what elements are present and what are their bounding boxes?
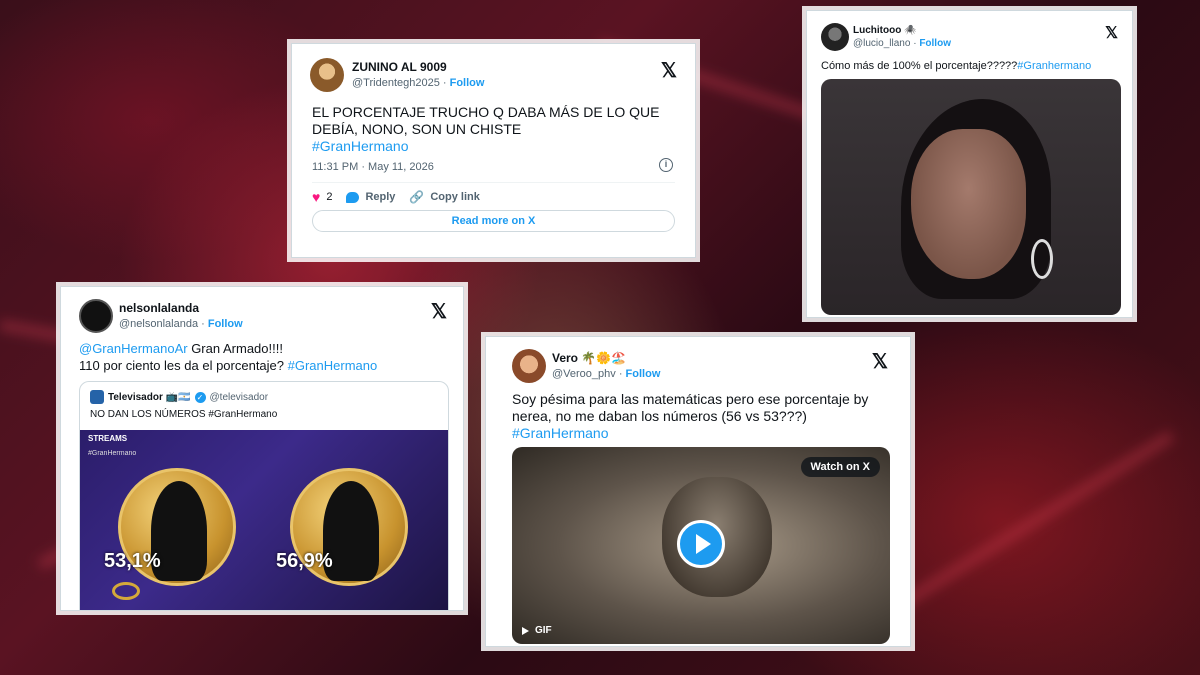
info-icon[interactable]: i <box>659 158 673 172</box>
handle-text[interactable]: @Tridentegh2025 <box>352 77 440 89</box>
timestamp[interactable]: 11:31 PM · May 11, 2026 <box>312 161 434 173</box>
tweet-text: Soy pésima para las matemáticas pero ese… <box>512 391 882 442</box>
copy-link-button[interactable]: 🔗 Copy link <box>409 190 479 204</box>
heart-icon: ♥ <box>312 189 321 205</box>
avatar[interactable] <box>310 58 344 92</box>
avatar[interactable] <box>821 23 849 51</box>
x-logo-icon[interactable]: 𝕏 <box>431 299 447 324</box>
read-more-button[interactable]: Read more on X <box>312 210 675 232</box>
tweet-card-vero: Vero 🌴🌼🏖️ @Veroo_phv · Follow 𝕏 Soy pési… <box>485 336 911 647</box>
tweet-text: Cómo más de 100% el porcentaje?????#Gran… <box>821 60 1121 73</box>
author-name[interactable]: Luchitooo 🕷️ <box>853 25 917 36</box>
quoted-tweet[interactable]: Televisador 📺🇦🇷 ✓ @televisador NO DAN LO… <box>79 381 449 610</box>
gif-media[interactable]: Watch on X GIF <box>512 447 890 644</box>
tweet-header: Vero 🌴🌼🏖️ @Veroo_phv · Follow 𝕏 <box>512 349 888 385</box>
tweet-card-nelson: nelsonlalanda @nelsonlalanda · Follow 𝕏 … <box>60 286 464 611</box>
like-button[interactable]: ♥ 2 <box>312 189 332 205</box>
follow-button[interactable]: Follow <box>626 368 661 380</box>
x-logo-icon[interactable]: 𝕏 <box>872 349 888 374</box>
author-name[interactable]: ZUNINO AL 9009 <box>352 60 447 74</box>
tweet-text: EL PORCENTAJE TRUCHO Q DABA MÁS DE LO QU… <box>312 104 682 155</box>
tweet-body: Soy pésima para las matemáticas pero ese… <box>512 391 869 424</box>
author-name[interactable]: Vero 🌴🌼🏖️ <box>552 351 626 365</box>
reply-icon <box>346 191 360 203</box>
mention-link[interactable]: @GranHermanoAr <box>79 341 188 356</box>
quoted-image[interactable]: STREAMS #GranHermano 53,1% 56,9% <box>80 430 448 610</box>
quoted-avatar <box>90 390 104 404</box>
tweet-body-1: Gran Armado!!!! <box>187 341 283 356</box>
tweet-body: Cómo más de 100% el porcentaje????? <box>821 60 1018 72</box>
handle-text[interactable]: @Veroo_phv <box>552 368 616 380</box>
link-icon: 🔗 <box>409 190 425 204</box>
play-small-icon <box>522 626 529 635</box>
read-more-label: Read more on X <box>451 215 536 227</box>
gif-label: GIF <box>535 625 552 636</box>
author-handle: @lucio_llano · Follow <box>853 38 951 49</box>
eye-logo-icon <box>112 582 140 600</box>
earring <box>1031 239 1053 279</box>
tweet-body-2: 110 por ciento les da el porcentaje? <box>79 358 285 373</box>
tweet-image[interactable] <box>821 79 1121 315</box>
quoted-header: Televisador 📺🇦🇷 ✓ @televisador <box>90 390 268 404</box>
actions-row: ♥ 2 Reply 🔗 Copy link <box>312 187 480 207</box>
hashtag-link[interactable]: #GranHermano <box>512 425 609 441</box>
tweet-card-luchitooo: Luchitooo 🕷️ @lucio_llano · Follow 𝕏 Cóm… <box>806 10 1133 318</box>
avatar[interactable] <box>79 299 113 333</box>
avatar[interactable] <box>512 349 546 383</box>
person-face <box>911 129 1026 279</box>
hashtag-link[interactable]: #GranHermano <box>312 138 409 154</box>
tweet-header: Luchitooo 🕷️ @lucio_llano · Follow 𝕏 <box>821 23 1118 59</box>
tweet-card-zunino: ZUNINO AL 9009 @Tridentegh2025 · Follow … <box>291 43 696 258</box>
tweet-header: ZUNINO AL 9009 @Tridentegh2025 · Follow … <box>310 58 677 94</box>
follow-button[interactable]: Follow <box>450 77 485 89</box>
reply-label: Reply <box>365 191 396 203</box>
divider <box>312 182 675 183</box>
handle-text[interactable]: @nelsonlalanda <box>119 318 198 330</box>
media-tag: STREAMS <box>88 434 128 443</box>
hashtag-link[interactable]: #GranHermano <box>288 358 378 373</box>
reply-button[interactable]: Reply <box>346 191 395 203</box>
x-logo-icon[interactable]: 𝕏 <box>1105 23 1118 43</box>
tweet-body: EL PORCENTAJE TRUCHO Q DABA MÁS DE LO QU… <box>312 104 660 137</box>
like-count: 2 <box>326 191 333 203</box>
handle-text[interactable]: @lucio_llano <box>853 38 910 49</box>
follow-button[interactable]: Follow <box>208 318 243 330</box>
percentage-right: 56,9% <box>276 550 333 572</box>
x-logo-icon[interactable]: 𝕏 <box>661 58 677 83</box>
quoted-author-name: Televisador 📺🇦🇷 <box>108 391 191 403</box>
author-handle: @nelsonlalanda · Follow <box>119 318 243 330</box>
quoted-text: NO DAN LOS NÚMEROS #GranHermano <box>90 409 278 420</box>
author-handle: @Tridentegh2025 · Follow <box>352 77 485 89</box>
percentage-left: 53,1% <box>104 550 161 572</box>
quoted-handle: @televisador <box>209 391 269 403</box>
author-name[interactable]: nelsonlalanda <box>119 301 199 315</box>
verified-icon: ✓ <box>194 391 206 403</box>
watch-on-x-button[interactable]: Watch on X <box>800 457 880 477</box>
tweet-header: nelsonlalanda @nelsonlalanda · Follow 𝕏 <box>79 299 447 335</box>
play-icon[interactable] <box>677 520 725 568</box>
tweet-text: @GranHermanoAr Gran Armado!!!! 110 por c… <box>79 340 449 374</box>
author-handle: @Veroo_phv · Follow <box>552 368 661 380</box>
hashtag-link[interactable]: #Granhermano <box>1017 60 1091 72</box>
gif-badge: GIF <box>522 625 552 636</box>
follow-button[interactable]: Follow <box>919 38 951 49</box>
copy-link-label: Copy link <box>430 191 480 203</box>
media-hashtag: #GranHermano <box>88 450 137 457</box>
